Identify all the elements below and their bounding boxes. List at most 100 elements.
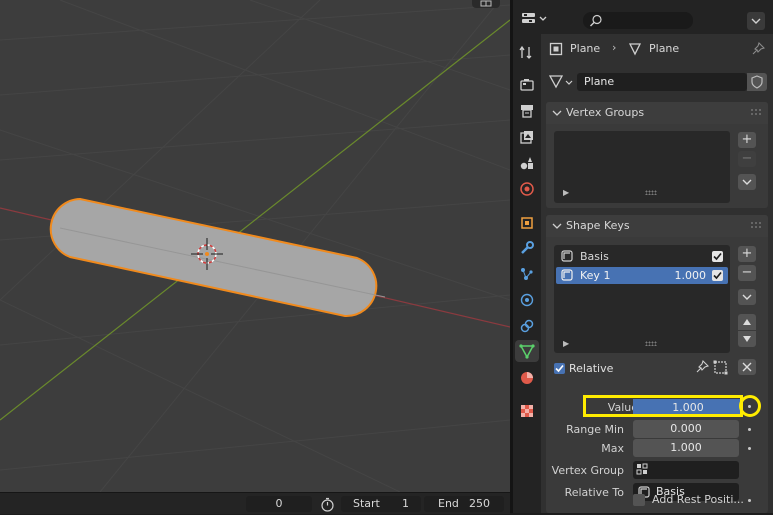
range-max-field[interactable]: 1.000 <box>633 439 739 457</box>
current-frame-value: 0 <box>275 497 283 510</box>
shape-key-mute-checkbox[interactable] <box>712 270 723 281</box>
properties-content: Plane › Plane Plane Vertex Groups ▶ + − … <box>541 34 773 513</box>
drag-grip-icon[interactable] <box>750 108 762 116</box>
end-value: 250 <box>469 497 490 510</box>
pin-icon[interactable] <box>751 42 765 56</box>
value-keyframe-dot[interactable] <box>748 405 751 408</box>
tab-view-layer[interactable] <box>515 126 539 148</box>
add-rest-keyframe-dot[interactable] <box>748 499 751 502</box>
tab-world[interactable] <box>515 178 539 200</box>
chevron-down-icon <box>742 294 752 300</box>
range-min-keyframe-dot[interactable] <box>748 428 751 431</box>
list-expand-icon[interactable]: ▶ <box>563 339 569 348</box>
tab-particles[interactable] <box>515 263 539 285</box>
mesh-datablock-selector[interactable] <box>547 73 577 91</box>
list-expand-icon[interactable]: ▶ <box>563 188 569 197</box>
physics-icon <box>520 293 534 307</box>
start-frame-field[interactable]: Start 1 <box>341 496 421 512</box>
options-dropdown-button[interactable] <box>747 12 765 30</box>
end-frame-field[interactable]: End 250 <box>424 496 504 512</box>
edit-mode-shape-button[interactable] <box>712 359 730 376</box>
editor-type-button[interactable] <box>521 10 549 28</box>
vertex-group-icon <box>636 463 648 475</box>
add-vertex-group-button[interactable]: + <box>738 132 756 148</box>
search-icon <box>590 14 602 27</box>
end-label: End <box>438 497 459 510</box>
fake-user-shield-icon[interactable] <box>747 73 767 91</box>
shape-keys-list[interactable]: Basis Key 1 1.000 ▶ <box>554 245 730 353</box>
tab-mesh-data[interactable] <box>515 340 539 362</box>
range-max-keyframe-dot[interactable] <box>748 447 751 450</box>
tool-icon <box>519 45 532 59</box>
world-icon <box>520 182 534 196</box>
object-square-icon <box>549 42 563 56</box>
breadcrumb-separator-icon: › <box>612 41 617 54</box>
list-resize-grip-icon[interactable] <box>645 190 657 195</box>
range-max-value: 1.000 <box>670 441 702 454</box>
chevron-down-icon <box>552 110 562 116</box>
shape-keys-title: Shape Keys <box>566 219 630 232</box>
vertex-groups-list[interactable]: ▶ <box>554 131 730 203</box>
shape-key-icon <box>561 250 573 262</box>
wrench-icon <box>521 241 534 254</box>
shape-keys-panel: Shape Keys Basis Key 1 1.000 ▶ + − Relat… <box>546 215 768 513</box>
add-rest-position-checkbox[interactable] <box>633 494 645 506</box>
current-frame-field[interactable]: 0 <box>246 496 312 512</box>
search-input[interactable] <box>583 12 693 29</box>
shape-key-name: Basis <box>580 250 609 263</box>
properties-header <box>513 0 773 34</box>
properties-tabs <box>513 34 541 513</box>
3d-viewport[interactable] <box>0 0 510 492</box>
list-item[interactable]: Basis <box>556 248 728 265</box>
output-printer-icon <box>521 105 533 118</box>
texture-checker-icon <box>521 405 533 417</box>
tab-scene[interactable] <box>515 152 539 174</box>
drag-grip-icon[interactable] <box>750 221 762 229</box>
vertex-group-label: Vertex Group <box>551 464 624 477</box>
list-resize-grip-icon[interactable] <box>645 341 657 346</box>
constraints-icon <box>520 319 534 333</box>
viewport-scene <box>0 0 510 492</box>
vertex-group-specials-button[interactable] <box>738 174 756 190</box>
range-min-field[interactable]: 0.000 <box>633 420 739 438</box>
vertex-groups-panel: Vertex Groups ▶ + − <box>546 102 768 208</box>
tab-modifiers[interactable] <box>515 237 539 259</box>
stopwatch-icon[interactable] <box>320 497 335 512</box>
shape-key-specials-button[interactable] <box>738 289 756 305</box>
vertex-group-field[interactable] <box>633 461 739 479</box>
view-layer-icon <box>520 131 533 144</box>
tab-physics[interactable] <box>515 289 539 311</box>
move-shape-key-down-button[interactable] <box>738 331 756 347</box>
tab-material[interactable] <box>515 367 539 389</box>
shape-key-lock-button[interactable] <box>693 359 711 376</box>
clear-shape-key-weights-button[interactable] <box>738 359 756 375</box>
particles-icon <box>521 268 533 280</box>
add-shape-key-button[interactable]: + <box>738 246 756 262</box>
viewport-grid-toggle-icon[interactable] <box>472 0 500 8</box>
move-shape-key-up-button[interactable] <box>738 314 756 330</box>
shape-key-value[interactable]: 1.000 <box>675 269 707 282</box>
range-min-value: 0.000 <box>670 422 702 435</box>
breadcrumb: Plane › Plane <box>547 40 769 58</box>
tab-render[interactable] <box>515 74 539 96</box>
shape-key-name: Key 1 <box>580 269 611 282</box>
vertex-groups-header[interactable]: Vertex Groups <box>546 102 768 124</box>
tab-texture[interactable] <box>515 400 539 422</box>
remove-vertex-group-button[interactable]: − <box>738 151 756 167</box>
timeline-bar: 0 Start 1 End 250 <box>0 492 510 514</box>
remove-shape-key-button[interactable]: − <box>738 265 756 281</box>
chevron-down-icon <box>742 179 752 185</box>
tab-object[interactable] <box>515 212 539 234</box>
relative-label[interactable]: Relative <box>569 362 613 375</box>
shape-keys-header[interactable]: Shape Keys <box>546 215 768 237</box>
tab-constraints[interactable] <box>515 315 539 337</box>
tab-tool[interactable] <box>515 41 539 63</box>
tab-output[interactable] <box>515 100 539 122</box>
start-label: Start <box>353 497 380 510</box>
relative-checkbox[interactable] <box>554 363 565 374</box>
list-item[interactable]: Key 1 1.000 <box>556 267 728 284</box>
datablock-name-field[interactable]: Plane <box>577 73 747 91</box>
breadcrumb-mesh-name: Plane <box>649 42 680 55</box>
add-rest-position-label[interactable]: Add Rest Positi... <box>652 493 744 506</box>
shape-key-mute-checkbox[interactable] <box>712 251 723 262</box>
